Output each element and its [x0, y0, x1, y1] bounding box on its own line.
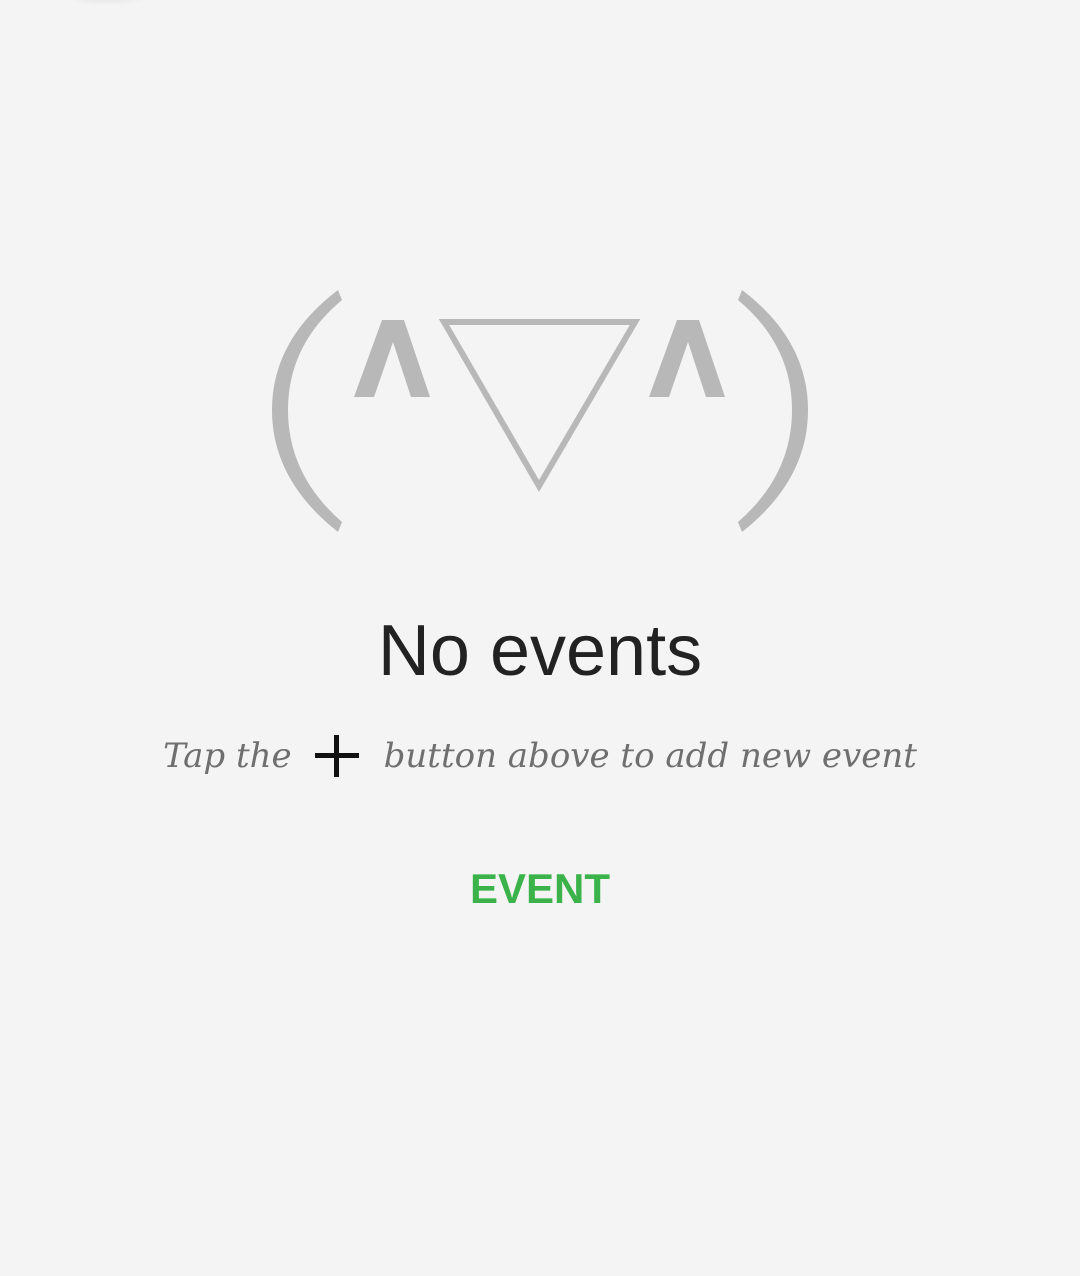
happy-emoticon-illustration	[272, 290, 808, 532]
right-paren-glyph	[738, 290, 808, 532]
toolbar-shadow	[62, 0, 152, 6]
left-paren-glyph	[272, 290, 342, 532]
left-caret-glyph	[354, 320, 430, 397]
hint-text-before: Tap the	[163, 736, 292, 776]
empty-state-title: No events	[377, 611, 703, 691]
plus-icon	[314, 735, 359, 777]
empty-events-screen: No events Tap the button above to add ne…	[0, 0, 1080, 1276]
down-triangle-glyph	[438, 319, 641, 492]
hint-text-after: button above to add new event	[383, 736, 917, 776]
add-event-button[interactable]: EVENT	[440, 856, 640, 922]
empty-state-hint: Tap the button above to add new event	[0, 728, 1080, 784]
right-caret-glyph	[649, 320, 725, 397]
